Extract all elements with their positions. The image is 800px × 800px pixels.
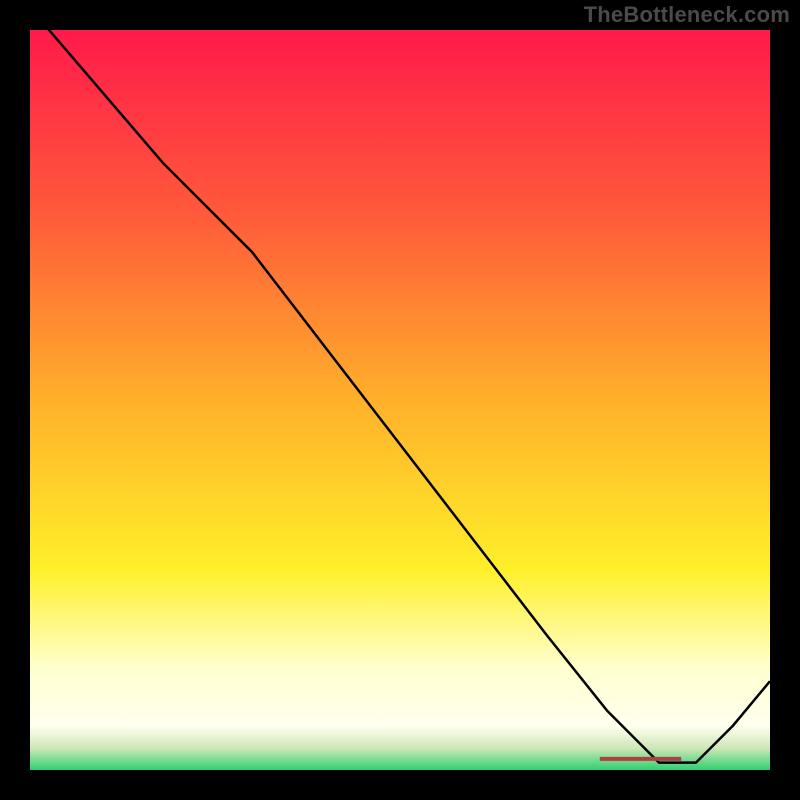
chart-container: TheBottleneck.com xyxy=(0,0,800,800)
chart-background-gradient xyxy=(30,30,770,770)
attribution-label: TheBottleneck.com xyxy=(584,2,790,28)
plot-area xyxy=(30,30,770,770)
chart-svg xyxy=(30,30,770,770)
